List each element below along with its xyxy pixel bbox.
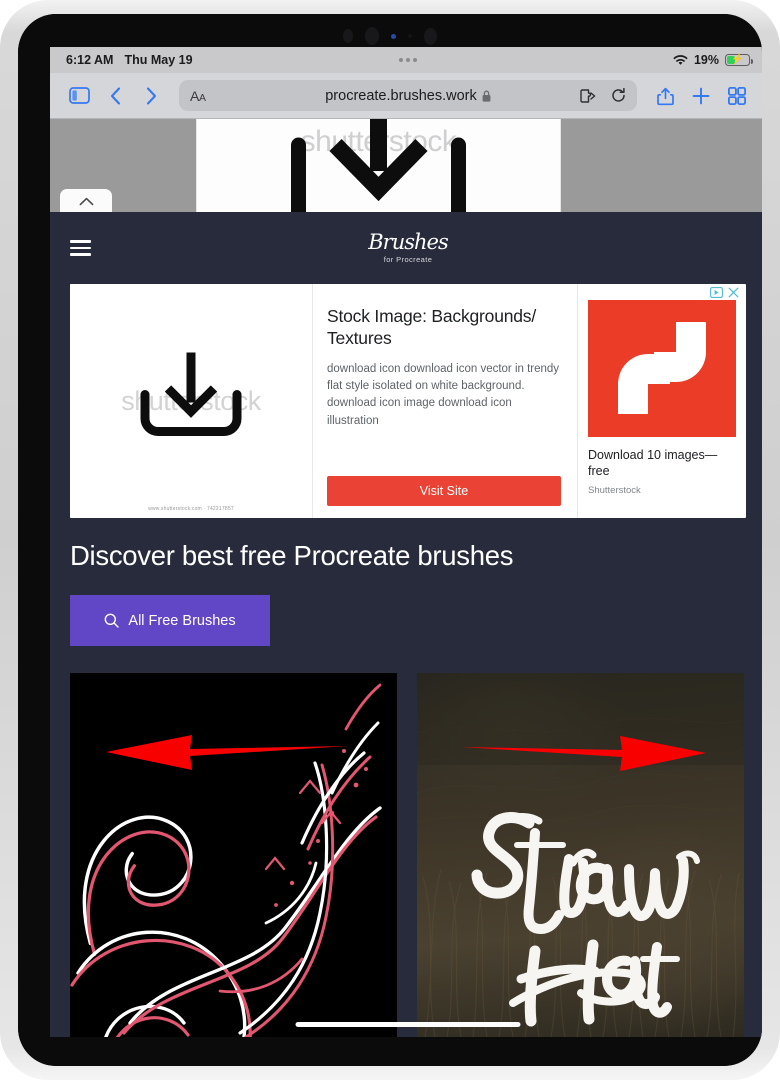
download-arrow-icon: [290, 119, 466, 212]
brush-card-grid: [70, 673, 746, 1037]
multitasking-handle[interactable]: [50, 47, 762, 73]
ad-text-column: Stock Image: Backgrounds/ Textures downl…: [313, 284, 578, 518]
status-bar: 6:12 AM Thu May 19 19% ⚡: [50, 47, 762, 73]
menu-bar: [70, 253, 91, 256]
battery-percent-label: 19%: [693, 53, 719, 67]
ad-image: shutterstock www.shutterstock.com · 7422…: [70, 284, 313, 518]
tab-overview-icon[interactable]: [722, 81, 752, 111]
ipad-screen: 6:12 AM Thu May 19 19% ⚡ AA procreate.br…: [18, 14, 762, 1066]
status-bar-right: 19% ⚡: [673, 53, 753, 67]
brand-tagline: for Procreate: [383, 255, 433, 264]
sensor-dot: [343, 29, 353, 43]
share-icon[interactable]: [650, 81, 680, 111]
cta-label: All Free Brushes: [128, 612, 236, 629]
handle-dot: [399, 58, 403, 62]
chevron-up-icon: [79, 197, 93, 205]
home-indicator[interactable]: [295, 1022, 521, 1027]
address-bar-actions: [580, 88, 626, 103]
close-icon[interactable]: [728, 287, 739, 298]
browser-toolbar: AA procreate.brushes.work: [50, 73, 762, 119]
front-camera-sensors: [18, 26, 762, 46]
inline-advertisement[interactable]: shutterstock www.shutterstock.com · 7422…: [70, 284, 746, 518]
ad-image-footer: www.shutterstock.com · 742217857: [148, 506, 234, 512]
lock-icon: [482, 90, 491, 102]
url-display: procreate.brushes.work: [179, 88, 637, 104]
ad-headline: Stock Image: Backgrounds/ Textures: [327, 306, 536, 348]
ad-side-column: Download 10 images—free Shutterstock: [578, 284, 746, 518]
site-logo[interactable]: Brushes for Procreate: [50, 230, 762, 265]
site-header: Brushes for Procreate: [50, 212, 762, 284]
new-tab-button[interactable]: [686, 81, 716, 111]
brand-name: Brushes: [368, 230, 449, 254]
adchoices-icon[interactable]: [710, 287, 723, 298]
top-ad-creative: shutterstock: [196, 119, 561, 212]
ipad-device-frame: 6:12 AM Thu May 19 19% ⚡ AA procreate.br…: [0, 0, 780, 1080]
download-arrow-icon: [135, 347, 247, 456]
menu-bar: [70, 240, 91, 243]
status-led: [391, 33, 396, 39]
reload-icon[interactable]: [611, 88, 626, 103]
red-arrow-right-annotation: [461, 736, 706, 771]
ad-body-text: download icon download icon vector in tr…: [327, 362, 560, 427]
search-icon: [105, 613, 120, 628]
top-sticky-ad[interactable]: shutterstock: [50, 119, 762, 212]
page-title: Discover best free Procreate brushes: [70, 540, 514, 571]
handle-dot: [413, 58, 417, 62]
puzzle-extension-icon[interactable]: [580, 88, 598, 103]
advertiser-logo-tile: [588, 300, 736, 437]
wifi-icon: [673, 54, 688, 65]
visit-site-button[interactable]: Visit Site: [327, 476, 561, 506]
brush-card[interactable]: [417, 673, 744, 1037]
page-content: Brushes for Procreate shutterstock www.s…: [50, 212, 762, 1037]
back-button[interactable]: [100, 81, 130, 111]
hamburger-menu-icon[interactable]: [70, 240, 91, 256]
ad-advertiser-name: Shutterstock: [588, 485, 641, 496]
battery-icon: ⚡: [725, 54, 753, 66]
address-bar[interactable]: AA procreate.brushes.work: [179, 80, 637, 111]
menu-bar: [70, 246, 91, 250]
sensor-dot: [408, 34, 412, 38]
red-arrow-left-annotation: [106, 735, 348, 770]
url-text: procreate.brushes.work: [325, 87, 477, 104]
ad-controls: [710, 287, 739, 298]
all-free-brushes-button[interactable]: All Free Brushes: [70, 595, 270, 646]
handle-dot: [406, 58, 410, 62]
browser-viewport: 6:12 AM Thu May 19 19% ⚡ AA procreate.br…: [50, 47, 762, 1037]
ad-collapse-button[interactable]: [60, 189, 112, 212]
charging-bolt-icon: ⚡: [731, 54, 744, 65]
truedepth-sensor: [424, 27, 437, 45]
forward-button[interactable]: [136, 81, 166, 111]
brush-card[interactable]: [70, 673, 397, 1037]
ad-side-title: Download 10 images—free: [588, 448, 718, 478]
front-camera-lens: [365, 27, 379, 45]
sidebar-icon[interactable]: [64, 81, 94, 111]
